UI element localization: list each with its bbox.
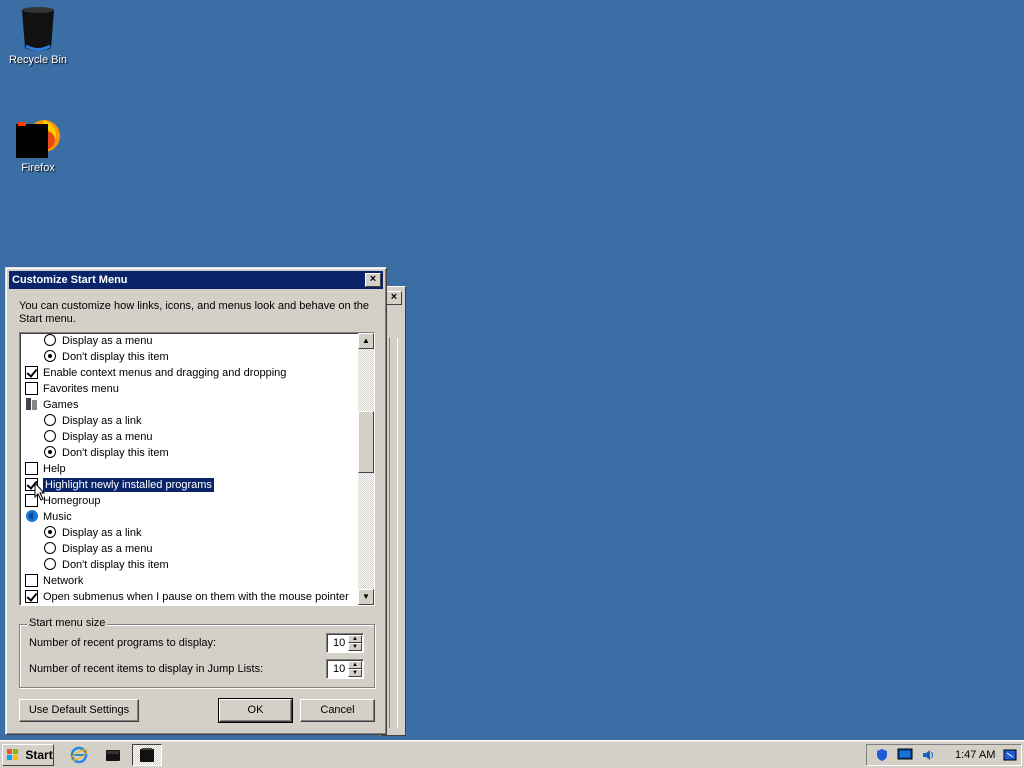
clock[interactable]: 1:47 AM bbox=[955, 749, 995, 761]
option-label: Open submenus when I pause on them with … bbox=[43, 591, 349, 603]
start-label: Start bbox=[25, 748, 53, 762]
firefox-icon bbox=[16, 120, 60, 158]
option-label: Don't display this item bbox=[62, 559, 169, 571]
recycle-bin-shortcut[interactable]: Recycle Bin bbox=[0, 6, 76, 66]
option-label: Display as a link bbox=[62, 415, 142, 427]
firefox-shortcut[interactable]: Firefox bbox=[0, 112, 76, 174]
start-button[interactable]: Start bbox=[2, 744, 54, 766]
radio-option[interactable]: Display as a link bbox=[44, 413, 141, 429]
checkbox-option[interactable]: Highlight newly installed programs bbox=[25, 477, 215, 493]
background-window-scrollbar bbox=[389, 338, 398, 728]
options-list-scrollbar[interactable]: ▲ ▼ bbox=[358, 333, 374, 605]
scroll-thumb[interactable] bbox=[358, 411, 374, 473]
category-item[interactable]: Games bbox=[25, 397, 78, 413]
checkbox-option[interactable]: Help bbox=[25, 461, 66, 477]
scroll-up-button[interactable]: ▲ bbox=[358, 333, 374, 349]
windows-logo-icon bbox=[7, 748, 18, 760]
taskbar-active-window-button[interactable] bbox=[132, 744, 162, 766]
spin-up-icon[interactable]: ▲ bbox=[348, 635, 362, 643]
radio-option[interactable]: Display as a menu bbox=[44, 333, 153, 349]
radio-button[interactable] bbox=[44, 414, 56, 427]
internet-explorer-icon[interactable] bbox=[70, 746, 88, 764]
window-app-icon bbox=[140, 748, 154, 762]
option-label: Favorites menu bbox=[43, 383, 119, 395]
checkbox-option[interactable]: Open submenus when I pause on them with … bbox=[25, 589, 349, 605]
dialog-close-button[interactable]: × bbox=[365, 273, 381, 287]
show-desktop-icon[interactable] bbox=[1003, 748, 1017, 762]
radio-button[interactable] bbox=[44, 334, 56, 347]
recycle-bin-icon bbox=[22, 7, 54, 51]
radio-option[interactable]: Display as a menu bbox=[44, 429, 153, 445]
recent-programs-label: Number of recent programs to display: bbox=[29, 637, 217, 649]
radio-button[interactable] bbox=[44, 526, 56, 539]
volume-icon[interactable] bbox=[921, 748, 935, 762]
option-label: Display as a menu bbox=[62, 543, 153, 555]
recycle-bin-label: Recycle Bin bbox=[8, 54, 68, 66]
checkbox-option[interactable]: Enable context menus and dragging and dr… bbox=[25, 365, 286, 381]
radio-button[interactable] bbox=[44, 446, 56, 459]
spin-up-icon[interactable]: ▲ bbox=[348, 661, 362, 669]
radio-button[interactable] bbox=[44, 430, 56, 443]
dialog-intro-text: You can customize how links, icons, and … bbox=[19, 300, 369, 325]
background-window-close-button[interactable]: × bbox=[386, 291, 402, 305]
firefox-label: Firefox bbox=[21, 162, 55, 174]
scroll-down-button[interactable]: ▼ bbox=[358, 589, 374, 605]
checkbox[interactable] bbox=[25, 365, 38, 379]
radio-button[interactable] bbox=[44, 558, 56, 571]
spin-down-icon[interactable]: ▼ bbox=[348, 643, 362, 651]
recent-items-spinner[interactable]: 10 ▲ ▼ bbox=[326, 659, 364, 679]
system-tray: 1:47 AM bbox=[866, 744, 1022, 766]
radio-option[interactable]: Display as a menu bbox=[44, 541, 153, 557]
cancel-button[interactable]: Cancel bbox=[300, 699, 375, 722]
games-icon bbox=[26, 398, 37, 411]
option-label: Don't display this item bbox=[62, 351, 169, 363]
checkbox[interactable] bbox=[25, 461, 38, 475]
category-item[interactable]: Music bbox=[25, 509, 72, 525]
network-icon[interactable] bbox=[897, 748, 913, 762]
dialog-titlebar[interactable]: Customize Start Menu × bbox=[9, 271, 383, 289]
option-label: Display as a menu bbox=[62, 431, 153, 443]
spin-down-icon[interactable]: ▼ bbox=[348, 669, 362, 677]
security-shield-icon[interactable] bbox=[875, 748, 889, 762]
start-menu-options-list[interactable]: Display as a menu Don't display this item… bbox=[19, 332, 375, 606]
start-menu-size-group: Start menu size Number of recent program… bbox=[19, 617, 375, 688]
option-label: Highlight newly installed programs bbox=[42, 477, 215, 493]
radio-button[interactable] bbox=[44, 350, 56, 363]
recent-items-value[interactable]: 10 bbox=[333, 663, 345, 675]
radio-button[interactable] bbox=[44, 542, 56, 555]
checkbox[interactable] bbox=[25, 573, 38, 587]
option-label: Games bbox=[43, 399, 79, 411]
ok-button[interactable]: OK bbox=[218, 698, 293, 723]
option-label: Homegroup bbox=[43, 495, 101, 507]
music-icon bbox=[26, 510, 38, 523]
option-label: Display as a link bbox=[62, 527, 142, 539]
option-label: Enable context menus and dragging and dr… bbox=[43, 367, 287, 379]
option-label: Network bbox=[43, 575, 84, 587]
recent-programs-spinner[interactable]: 10 ▲ ▼ bbox=[326, 633, 364, 653]
terminal-icon[interactable] bbox=[104, 746, 122, 764]
option-label: Don't display this item bbox=[62, 447, 169, 459]
mouse-cursor-icon bbox=[34, 482, 46, 501]
checkbox[interactable] bbox=[25, 589, 38, 603]
start-menu-size-legend: Start menu size bbox=[27, 617, 108, 629]
option-label: Display as a menu bbox=[62, 335, 153, 347]
recent-items-label: Number of recent items to display in Jum… bbox=[29, 663, 264, 675]
recent-programs-value[interactable]: 10 bbox=[333, 637, 345, 649]
taskbar: Start 1:47 AM bbox=[0, 740, 1024, 768]
use-default-settings-button[interactable]: Use Default Settings bbox=[19, 699, 139, 722]
option-label: Music bbox=[43, 511, 72, 523]
checkbox-option[interactable]: Favorites menu bbox=[25, 381, 119, 397]
radio-option[interactable]: Don't display this item bbox=[44, 349, 169, 365]
radio-option[interactable]: Don't display this item bbox=[44, 557, 169, 573]
checkbox[interactable] bbox=[25, 381, 38, 395]
customize-start-menu-dialog: Customize Start Menu × You can customize… bbox=[5, 267, 387, 735]
dialog-title: Customize Start Menu bbox=[12, 274, 128, 286]
checkbox-option[interactable]: Network bbox=[25, 573, 83, 589]
option-label: Help bbox=[43, 463, 66, 475]
radio-option[interactable]: Display as a link bbox=[44, 525, 141, 541]
radio-option[interactable]: Don't display this item bbox=[44, 445, 169, 461]
